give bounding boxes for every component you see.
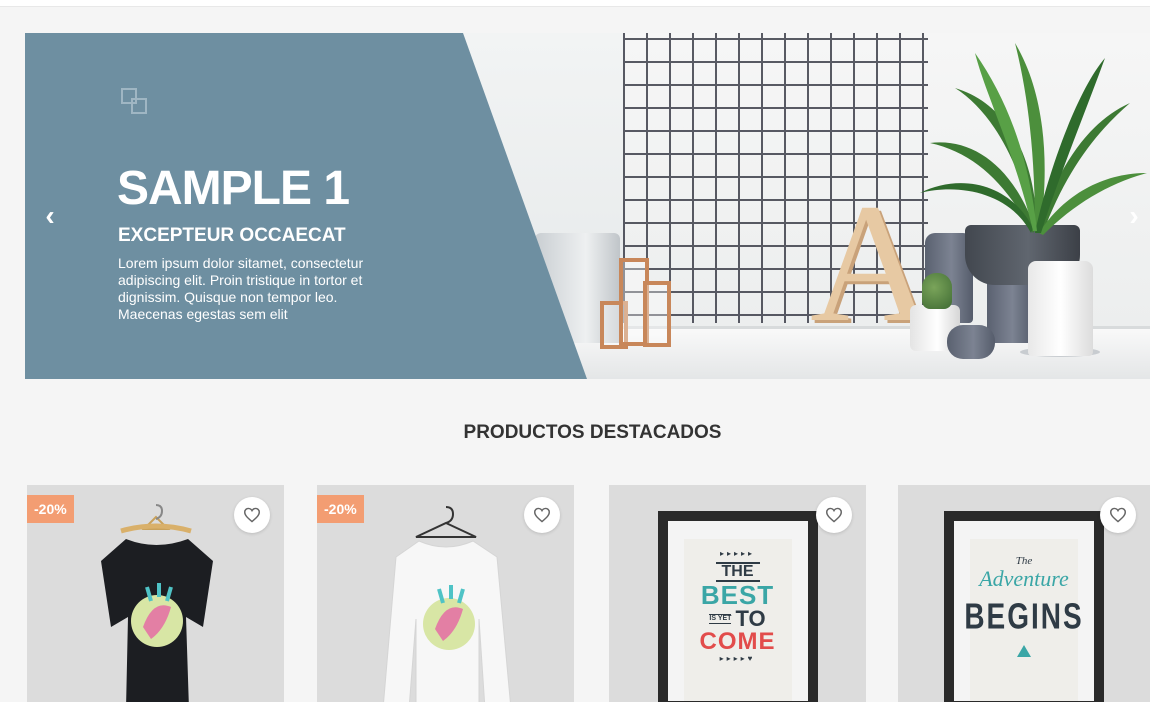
- wishlist-button[interactable]: [816, 497, 852, 533]
- logo-icon: [121, 88, 155, 122]
- cactus-decor: [922, 273, 952, 309]
- wishlist-button[interactable]: [234, 497, 270, 533]
- product-grid: -20% -20% ▸▸▸▸▸ THE BEST IS YET TO COME …: [27, 485, 1150, 702]
- poster-text: Adventure: [979, 566, 1069, 591]
- slide-title: SAMPLE 1: [117, 162, 350, 215]
- product-image[interactable]: [361, 499, 531, 702]
- carousel-next-button[interactable]: ›: [1121, 201, 1147, 231]
- product-image[interactable]: The Adventure BEGINS: [944, 511, 1104, 702]
- triangle-icon: [1017, 645, 1031, 657]
- heart-outline-icon: [533, 507, 551, 523]
- poster-text: IS YET: [709, 614, 732, 624]
- letter-a-decor: A: [810, 169, 933, 357]
- poster-text: THE: [715, 562, 760, 582]
- product-card[interactable]: -20%: [317, 485, 574, 702]
- slide-subtitle: EXCEPTEUR OCCAECAT: [118, 225, 346, 246]
- heart-outline-icon: [825, 507, 843, 523]
- header-divider: [0, 0, 1150, 7]
- product-image[interactable]: ▸▸▸▸▸ THE BEST IS YET TO COME ▸▸▸▸♥: [657, 511, 818, 702]
- product-card[interactable]: ▸▸▸▸▸ THE BEST IS YET TO COME ▸▸▸▸♥: [609, 485, 866, 702]
- poster-text: TO: [735, 606, 766, 631]
- featured-products-title: PRODUCTOS DESTACADOS: [463, 422, 722, 443]
- product-card[interactable]: -20%: [27, 485, 284, 702]
- product-image[interactable]: [81, 499, 231, 702]
- poster-text: COME: [699, 628, 776, 655]
- discount-badge: -20%: [317, 495, 364, 523]
- poster-text: BEGINS: [964, 596, 1084, 637]
- wishlist-button[interactable]: [1100, 497, 1136, 533]
- heart-outline-icon: [243, 507, 261, 523]
- slide-description: Lorem ipsum dolor sitamet, consectetur a…: [118, 255, 364, 322]
- chevron-left-icon: ‹: [45, 200, 55, 231]
- candle-decor: [1028, 261, 1093, 356]
- poster-text: BEST: [700, 580, 775, 610]
- hero-carousel: A SAMPLE 1 EXCEPTEUR OCCAECAT Lorem ipsu…: [25, 33, 1150, 379]
- heart-outline-icon: [1109, 507, 1127, 523]
- carousel-prev-button[interactable]: ‹: [37, 201, 63, 231]
- product-card[interactable]: The Adventure BEGINS: [898, 485, 1150, 702]
- chevron-right-icon: ›: [1129, 200, 1139, 231]
- wishlist-button[interactable]: [524, 497, 560, 533]
- plant-icon: [920, 43, 1147, 235]
- discount-badge: -20%: [27, 495, 74, 523]
